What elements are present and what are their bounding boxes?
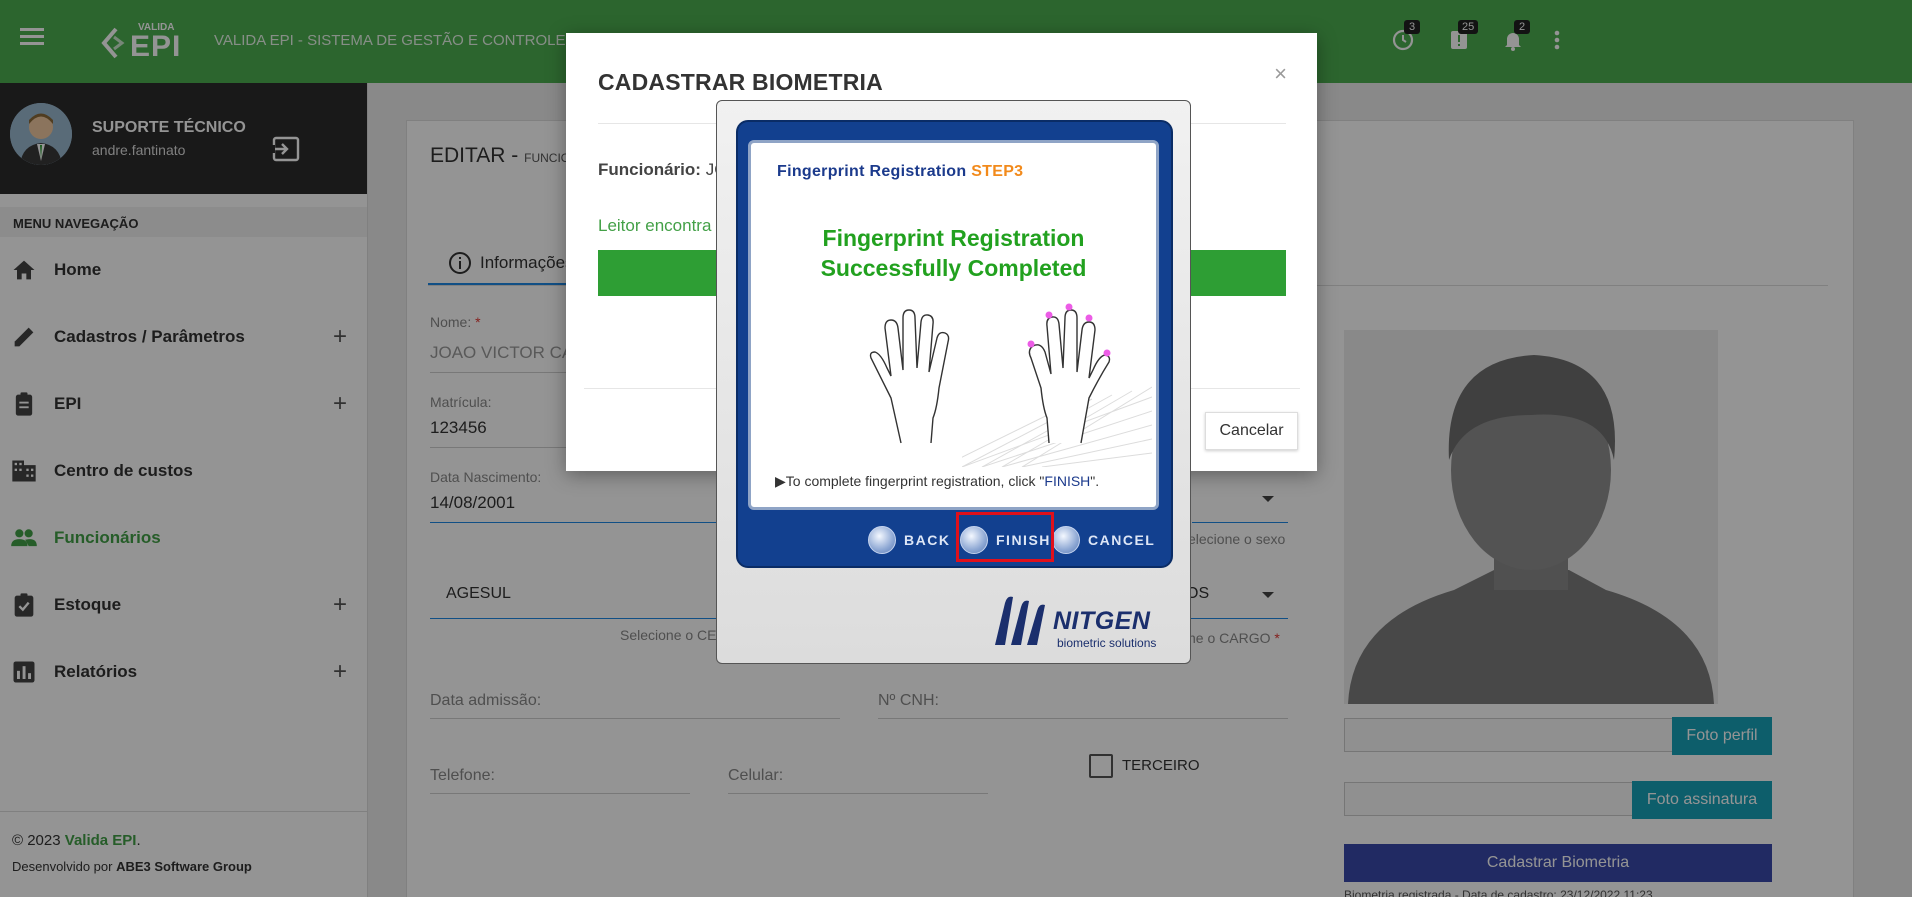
nitgen-step-number: STEP3 bbox=[971, 163, 1024, 180]
nitgen-fingerprint-dialog: Fingerprint Registration STEP3 Fingerpri… bbox=[716, 100, 1191, 664]
nitgen-step-title: Fingerprint Registration STEP3 bbox=[777, 163, 1023, 181]
nitgen-panel: Fingerprint Registration STEP3 Fingerpri… bbox=[748, 140, 1159, 510]
nitgen-button-row: BACK FINISH CANCEL bbox=[738, 518, 1171, 562]
modal-reader-status: Leitor encontra bbox=[598, 216, 712, 235]
nitgen-instruction: ▶To complete fingerprint registration, c… bbox=[775, 473, 1099, 490]
nitgen-step-label: Fingerprint Registration bbox=[777, 163, 967, 180]
nitgen-cancel-label: CANCEL bbox=[1088, 532, 1156, 548]
close-icon[interactable]: × bbox=[1274, 61, 1287, 87]
nitgen-instr-suffix: ". bbox=[1090, 473, 1100, 489]
modal-cancel-button[interactable]: Cancelar bbox=[1205, 412, 1298, 450]
finish-highlight-box bbox=[956, 512, 1054, 562]
modal-funcionario-label: Funcionário: bbox=[598, 160, 701, 179]
nitgen-instr-link: FINISH bbox=[1044, 473, 1091, 489]
nitgen-brand-sub: biometric solutions bbox=[1057, 636, 1157, 650]
nitgen-frame: Fingerprint Registration STEP3 Fingerpri… bbox=[736, 120, 1173, 568]
nitgen-cancel-button[interactable]: CANCEL bbox=[1052, 524, 1155, 556]
nitgen-back-label: BACK bbox=[904, 532, 951, 548]
modal-funcionario: Funcionário: JO bbox=[598, 160, 727, 180]
modal-title: CADASTRAR BIOMETRIA bbox=[598, 69, 883, 95]
nitgen-msg-line1: Fingerprint Registration bbox=[822, 225, 1085, 251]
nitgen-brand: NITGEN bbox=[1053, 607, 1151, 635]
nitgen-msg-line2: Successfully Completed bbox=[820, 255, 1087, 281]
cancel-x-icon bbox=[1052, 526, 1080, 554]
nitgen-instr-prefix: ▶To complete fingerprint registration, c… bbox=[775, 473, 1045, 489]
nitgen-logo: NITGEN biometric solutions bbox=[991, 589, 1171, 650]
nitgen-logo-mark-icon bbox=[995, 596, 1045, 645]
nitgen-back-button[interactable]: BACK bbox=[868, 524, 950, 556]
back-arrow-icon bbox=[868, 526, 896, 554]
hands-fingerprint-icon bbox=[869, 303, 1111, 444]
nitgen-success-message: Fingerprint Registration Successfully Co… bbox=[751, 223, 1156, 283]
